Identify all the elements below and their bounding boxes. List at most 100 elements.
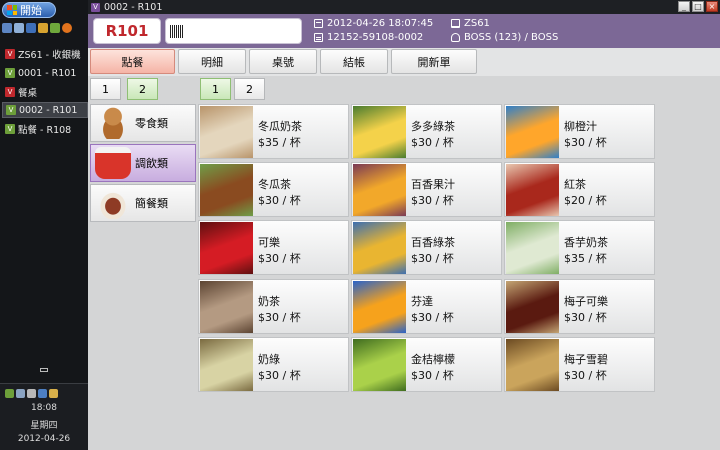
order-datetime: 2012-04-26 18:07:45 [314,18,433,29]
menu-item[interactable]: 可樂 $30 / 杯 [198,220,349,275]
browser-icon[interactable] [62,23,72,33]
item-photo [506,281,559,333]
app-icon[interactable] [14,23,24,33]
clock-date: 2012-04-26 [17,434,71,444]
user-icon [451,33,460,42]
category-image [95,107,131,139]
barcode-input[interactable] [165,18,302,44]
title-bar: V 0002 - R101 _ □ × [88,0,720,14]
monitor-icon[interactable] [38,389,47,398]
network-icon[interactable] [16,389,25,398]
app-icon[interactable] [50,23,60,33]
item-price: $30 / 杯 [258,369,301,382]
item-price: $35 / 杯 [258,136,301,149]
app-icon[interactable] [38,23,48,33]
app-icon: V [91,2,100,12]
menu-item[interactable]: 梅子雪碧 $30 / 杯 [504,337,655,392]
tab-3[interactable]: 結帳 [320,49,388,74]
menu-item[interactable]: 冬瓜茶 $30 / 杯 [198,162,349,217]
taskbar-item-label: 0001 - R101 [18,67,77,79]
taskbar-item[interactable]: V 0001 - R101 [2,65,88,81]
maximize-button[interactable]: □ [692,1,704,12]
taskbar-item-label: ZS61 - 收銀機 [18,50,81,61]
shield-icon[interactable] [5,389,14,398]
app-icon: V [5,87,15,97]
category-page-button[interactable]: 1 [90,78,121,100]
category-page-button[interactable]: 2 [127,78,158,100]
item-photo [200,339,253,391]
start-button[interactable]: 開始 [2,2,56,18]
item-name: 冬瓜茶 [258,178,291,191]
menu-item[interactable]: 金桔檸檬 $30 / 杯 [351,337,502,392]
item-price: $30 / 杯 [564,136,607,149]
close-button[interactable]: × [706,1,718,12]
tab-1[interactable]: 明細 [178,49,246,74]
menu-item[interactable]: 芬達 $30 / 杯 [351,279,502,334]
taskbar-item-label: 點餐 - R108 [18,125,72,136]
power-icon[interactable] [49,389,58,398]
scrollbar[interactable] [40,368,48,372]
app-icon: V [5,68,15,78]
item-photo [200,281,253,333]
item-page-button[interactable]: 1 [200,78,231,100]
taskbar-item[interactable]: V 點餐 - R108 [2,121,88,137]
item-name: 奶茶 [258,295,280,308]
item-name: 多多綠茶 [411,120,455,133]
computer-icon [451,19,460,28]
taskbar-item-label: 0002 - R101 [19,104,78,116]
tray-icons [5,389,58,398]
item-photo [353,222,406,274]
menu-item[interactable]: 梅子可樂 $30 / 杯 [504,279,655,334]
item-photo [353,281,406,333]
tab-2[interactable]: 桌號 [249,49,317,74]
window-controls: _ □ × [678,1,718,12]
clock-time: 18:08 [31,403,57,413]
menu-item[interactable]: 柳橙汁 $30 / 杯 [504,104,655,159]
menu-item[interactable]: 香芋奶茶 $35 / 杯 [504,220,655,275]
menu-item[interactable]: 多多綠茶 $30 / 杯 [351,104,502,159]
tab-4[interactable]: 開新單 [391,49,477,74]
start-label: 開始 [20,4,42,17]
calendar-icon [314,19,323,28]
category-button[interactable]: 簡餐類 [90,184,196,222]
taskbar-item[interactable]: V 0002 - R101 [2,102,88,118]
item-price: $20 / 杯 [564,194,607,207]
menu-item[interactable]: 紅茶 $20 / 杯 [504,162,655,217]
category-image [95,187,131,219]
system-tray: 18:08 星期四 2012-04-26 [0,384,88,450]
menu-item[interactable]: 奶綠 $30 / 杯 [198,337,349,392]
item-name: 香芋奶茶 [564,236,608,249]
speaker-icon[interactable] [27,389,36,398]
item-photo [353,339,406,391]
item-name: 奶綠 [258,353,280,366]
menu-item[interactable]: 冬瓜奶茶 $35 / 杯 [198,104,349,159]
item-photo [353,164,406,216]
item-photo [200,222,253,274]
category-button[interactable]: 調飲類 [90,144,196,182]
item-page-button[interactable]: 2 [234,78,265,100]
app-icon[interactable] [26,23,36,33]
menu-item[interactable]: 奶茶 $30 / 杯 [198,279,349,334]
taskbar-item-label: 餐桌 [18,88,38,99]
item-price: $30 / 杯 [564,369,607,382]
window-title: 0002 - R101 [104,1,163,13]
category-button[interactable]: 零食類 [90,104,196,142]
item-name: 可樂 [258,236,280,249]
taskbar-item[interactable]: V 餐桌 [2,84,88,100]
item-price: $30 / 杯 [564,311,607,324]
item-price: $30 / 杯 [258,311,301,324]
category-label: 簡餐類 [135,197,168,210]
windows-logo-icon [7,5,17,15]
item-name: 百香綠茶 [411,236,455,249]
tab-0[interactable]: 點餐 [90,49,175,74]
menu-item[interactable]: 百香綠茶 $30 / 杯 [351,220,502,275]
item-price: $30 / 杯 [411,194,454,207]
menu-item[interactable]: 百香果汁 $30 / 杯 [351,162,502,217]
minimize-button[interactable]: _ [678,1,690,12]
app-icon[interactable] [2,23,12,33]
category-label: 調飲類 [135,157,168,170]
item-name: 冬瓜奶茶 [258,120,302,133]
taskbar-item[interactable]: V ZS61 - 收銀機 [2,46,88,62]
table-number[interactable]: R101 [93,18,161,44]
tab-bar: 點餐 明細 桌號 結帳 開新單 [88,48,720,76]
